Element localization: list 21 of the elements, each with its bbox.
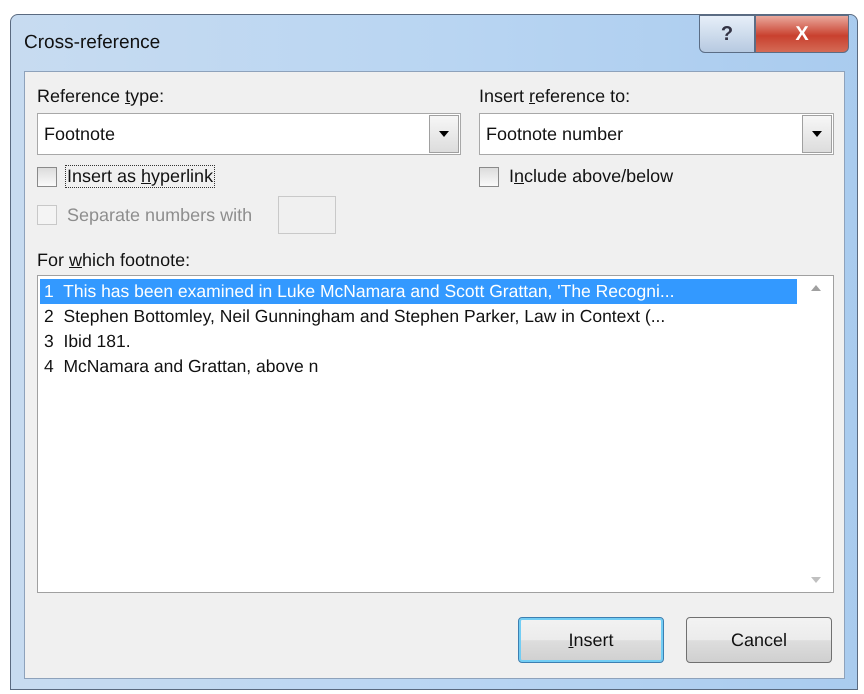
- help-button[interactable]: ?: [699, 15, 755, 53]
- list-item[interactable]: 2 Stephen Bottomley, Neil Gunningham and Stephen Parker, Law in Context (...: [40, 304, 797, 329]
- insert-button[interactable]: Insert: [518, 617, 664, 663]
- scroll-down-icon[interactable]: [810, 576, 822, 584]
- separator-input-field[interactable]: [278, 196, 336, 234]
- reference-type-dropdown[interactable]: Footnote: [37, 113, 461, 155]
- field-label: Reference type:: [37, 86, 166, 107]
- scroll-up-icon[interactable]: [810, 284, 822, 292]
- close-button[interactable]: X: [755, 15, 849, 53]
- checkbox-label: Insert as hyperlink: [65, 165, 216, 188]
- cancel-button[interactable]: Cancel: [686, 617, 832, 663]
- checkbox-label: Separate numbers with: [66, 204, 254, 226]
- insert-reference-dropdown[interactable]: Footnote number: [479, 113, 834, 155]
- list-item[interactable]: 4 McNamara and Grattan, above n: [40, 354, 797, 379]
- list-label: For which footnote:: [37, 250, 192, 271]
- window-title: Cross-reference: [24, 32, 160, 54]
- checkbox[interactable]: [479, 166, 499, 186]
- list-item[interactable]: 3 Ibid 181.: [40, 329, 797, 354]
- checkbox[interactable]: [37, 166, 57, 186]
- checkbox-label: Include above/below: [508, 165, 674, 188]
- field-label: Insert reference to:: [479, 86, 632, 107]
